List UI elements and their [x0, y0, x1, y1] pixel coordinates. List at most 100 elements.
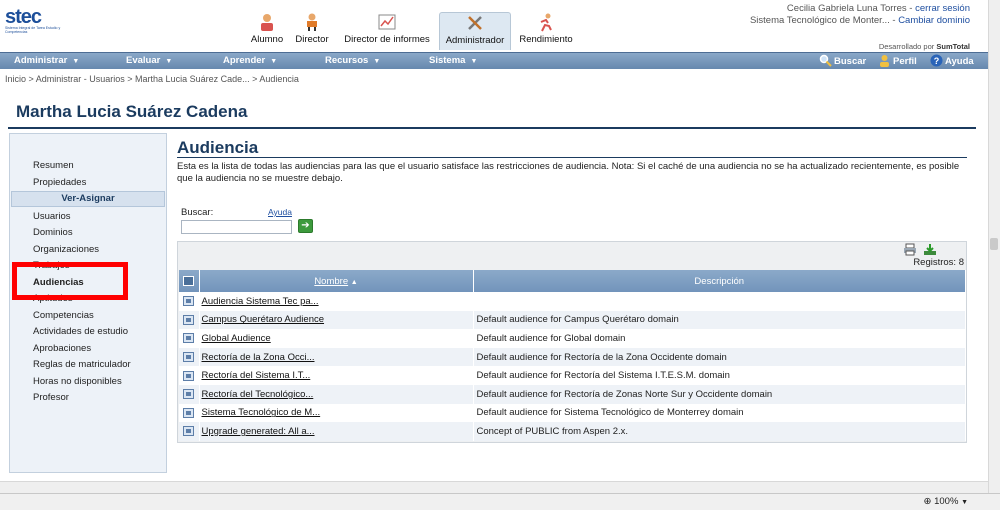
row-icon-cell: [179, 310, 200, 330]
role-director[interactable]: Director: [292, 12, 332, 50]
menu-label: Sistema: [429, 55, 466, 66]
help-icon: ?: [930, 54, 943, 67]
name-cell[interactable]: Rectoría de la Zona Occi...: [199, 347, 474, 367]
row-icon-cell: [179, 422, 200, 441]
horizontal-scrollbar[interactable]: [0, 481, 988, 493]
nav-profesor[interactable]: Profesor: [33, 392, 69, 403]
change-domain-link[interactable]: Cambiar dominio: [898, 15, 970, 26]
description-column-header: Descripción: [473, 270, 966, 292]
menu-sistema[interactable]: Sistema ▼: [429, 55, 477, 66]
help-tool[interactable]: ? Ayuda: [930, 54, 974, 67]
audience-name-link[interactable]: Upgrade generated: All a...: [202, 426, 315, 437]
role-label: Director: [295, 34, 329, 45]
menu-aprender[interactable]: Aprender ▼: [223, 55, 277, 66]
audience-name-link[interactable]: Audiencia Sistema Tec pa...: [202, 296, 319, 307]
description-cell: Default audience for Campus Querétaro do…: [473, 310, 966, 330]
table-row: Global Audience Default audience for Glo…: [179, 329, 966, 348]
separator: -: [906, 3, 916, 14]
profile-tool[interactable]: Perfil: [878, 54, 917, 67]
name-cell[interactable]: Upgrade generated: All a...: [199, 422, 474, 441]
records-count: Registros: 8: [913, 257, 964, 268]
svg-text:?: ?: [934, 56, 940, 66]
nav-competencias[interactable]: Competencias: [33, 310, 94, 321]
user-name: Cecilia Gabriela Luna Torres: [786, 3, 907, 14]
stec-logo[interactable]: stec Sistema Integral de Tarea Estudio y…: [5, 7, 67, 42]
nav-dominios[interactable]: Dominios: [33, 227, 73, 238]
nav-reglas-matriculador[interactable]: Reglas de matriculador: [33, 359, 131, 370]
audience-grid-panel: Registros: 8 Nombre ▲ Descripción Audien…: [177, 241, 967, 443]
tool-label: Perfil: [893, 56, 917, 67]
main-menu-bar: Administrar ▼ Evaluar ▼ Aprender ▼ Recursos…: [0, 52, 988, 69]
name-sort-link[interactable]: Nombre: [314, 276, 348, 287]
search-input[interactable]: [181, 220, 292, 234]
role-administrador[interactable]: Administrador: [439, 12, 511, 50]
audience-name-link[interactable]: Rectoría del Sistema I.T...: [202, 370, 311, 381]
caret-down-icon: ▼: [470, 58, 478, 65]
magnifier-icon: [819, 54, 832, 67]
name-cell[interactable]: Sistema Tecnológico de M...: [199, 403, 474, 423]
developer-name: SumTotal: [936, 42, 970, 51]
menu-label: Evaluar: [126, 55, 161, 66]
director-chair-icon: [307, 13, 317, 31]
vertical-scroll-thumb[interactable]: [990, 238, 998, 250]
search-tool[interactable]: Buscar: [819, 54, 866, 67]
zoom-level: 100%: [934, 496, 959, 507]
help-link[interactable]: Ayuda: [268, 207, 292, 217]
menu-administrar[interactable]: Administrar ▼: [14, 55, 79, 66]
nav-propiedades[interactable]: Propiedades: [33, 177, 86, 188]
side-nav: Resumen Propiedades Ver-Asignar Usuarios…: [9, 133, 167, 473]
row-icon-cell: [179, 329, 200, 348]
title-divider: [8, 127, 976, 129]
separator: -: [889, 15, 899, 26]
nav-horas-no-disponibles[interactable]: Horas no disponibles: [33, 376, 122, 387]
description-cell: Default audience for Global domain: [473, 329, 966, 348]
row-icon-cell: [179, 403, 200, 423]
highlight-annotation-box: [12, 262, 128, 300]
export-icon[interactable]: [923, 243, 937, 256]
breadcrumb[interactable]: Inicio > Administrar - Usuarios > Martha…: [5, 74, 299, 84]
audience-name-link[interactable]: Rectoría de la Zona Occi...: [202, 352, 315, 363]
role-alumno[interactable]: Alumno: [250, 12, 284, 50]
role-director-informes[interactable]: Director de informes: [340, 12, 434, 50]
audience-name-link[interactable]: Rectoría del Tecnológico...: [202, 389, 314, 400]
page-description: Esta es la lista de todas las audiencias…: [177, 161, 960, 184]
role-label: Rendimiento: [519, 34, 573, 45]
logout-link[interactable]: cerrar sesión: [915, 3, 970, 14]
menu-recursos[interactable]: Recursos ▼: [325, 55, 380, 66]
nav-organizaciones[interactable]: Organizaciones: [33, 244, 99, 255]
name-cell[interactable]: Global Audience: [199, 329, 474, 348]
nav-aprobaciones[interactable]: Aprobaciones: [33, 343, 91, 354]
table-header-row: Nombre ▲ Descripción: [179, 270, 966, 292]
table-row: Sistema Tecnológico de M... Default audi…: [179, 403, 966, 423]
nav-actividades-estudio[interactable]: Actividades de estudio: [33, 326, 128, 337]
report-chart-icon: [378, 14, 396, 30]
menu-label: Administrar: [14, 55, 68, 66]
select-column-header[interactable]: [179, 270, 200, 292]
nav-usuarios[interactable]: Usuarios: [33, 211, 71, 222]
row-icon-cell: [179, 384, 200, 404]
audience-icon: [183, 426, 195, 437]
audience-name-link[interactable]: Campus Querétaro Audience: [202, 314, 325, 325]
caret-down-icon: ▼: [270, 58, 278, 65]
audience-name-link[interactable]: Sistema Tecnológico de M...: [202, 407, 321, 418]
name-column-header[interactable]: Nombre ▲: [199, 270, 474, 292]
table-row: Upgrade generated: All a... Concept of P…: [179, 422, 966, 441]
name-cell[interactable]: Audiencia Sistema Tec pa...: [199, 292, 474, 311]
nav-resumen[interactable]: Resumen: [33, 160, 74, 171]
developed-by: Desarrollado por SumTotal: [879, 42, 970, 51]
table-row: Rectoría de la Zona Occi... Default audi…: [179, 347, 966, 367]
name-cell[interactable]: Campus Querétaro Audience: [199, 310, 474, 330]
menu-evaluar[interactable]: Evaluar ▼: [126, 55, 172, 66]
zoom-control[interactable]: ⊕ 100% ▼: [924, 496, 969, 507]
search-go-button[interactable]: ➔: [298, 219, 313, 233]
audience-name-link[interactable]: Global Audience: [202, 333, 271, 344]
name-cell[interactable]: Rectoría del Sistema I.T...: [199, 366, 474, 385]
description-cell: [473, 292, 966, 311]
name-cell[interactable]: Rectoría del Tecnológico...: [199, 384, 474, 404]
logo-subtitle: Sistema Integral de Tarea Estudio y Comp…: [5, 26, 61, 34]
audience-icon: [183, 407, 195, 418]
description-cell: Default audience for Rectoría del Sistem…: [473, 366, 966, 385]
role-rendimiento[interactable]: Rendimiento: [516, 12, 576, 50]
print-icon[interactable]: [903, 243, 917, 256]
role-label: Director de informes: [344, 34, 430, 45]
